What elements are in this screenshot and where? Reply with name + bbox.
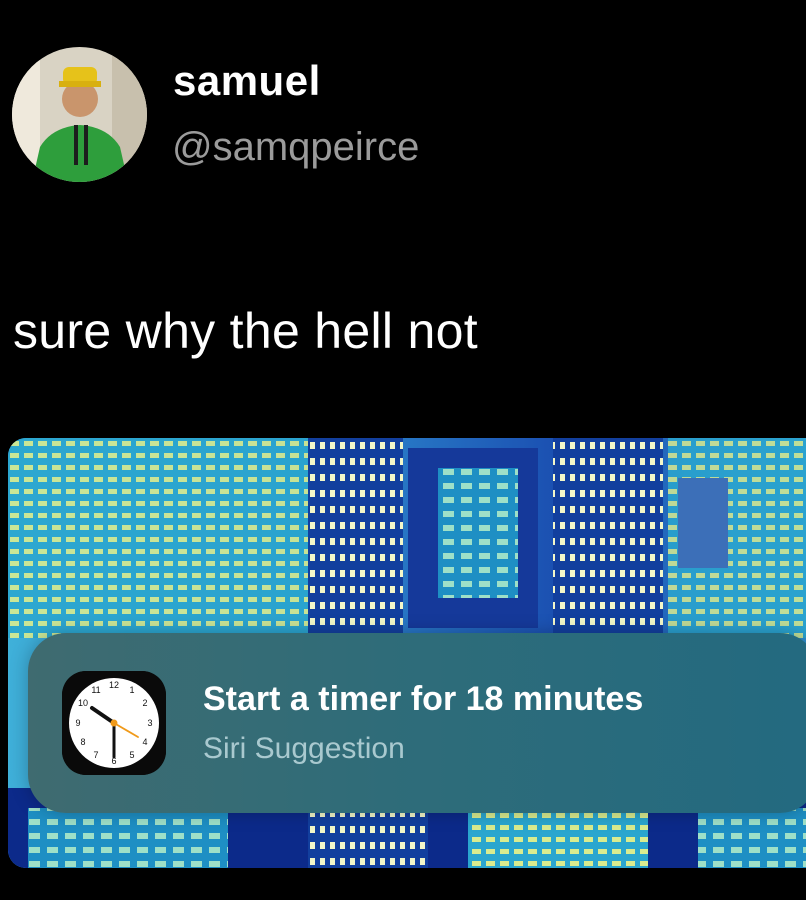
tweet-text: sure why the hell not [13, 303, 478, 359]
display-name[interactable]: samuel [173, 57, 321, 105]
suggestion-title: Start a timer for 18 minutes [203, 680, 644, 718]
user-handle[interactable]: @samqpeirce [172, 125, 419, 170]
tweet-header: samuel @samqpeirce [12, 47, 792, 187]
clock-number: 11 [91, 685, 100, 695]
clock-number: 2 [142, 698, 147, 708]
clock-number: 9 [75, 718, 80, 728]
clock-number: 7 [93, 750, 98, 760]
siri-suggestion-card[interactable]: 12 1 2 3 4 5 6 7 8 9 10 11 Start a timer… [28, 633, 806, 813]
suggestion-subtitle: Siri Suggestion [203, 732, 405, 765]
avatar[interactable] [12, 47, 147, 182]
clock-icon: 12 1 2 3 4 5 6 7 8 9 10 11 [62, 671, 166, 775]
profile-photo-icon [12, 47, 147, 182]
clock-number: 4 [142, 737, 147, 747]
clock-app-icon: 12 1 2 3 4 5 6 7 8 9 10 11 [62, 671, 166, 775]
clock-number: 1 [129, 685, 134, 695]
clock-number: 8 [80, 737, 85, 747]
clock-number: 3 [147, 718, 152, 728]
clock-number: 10 [78, 698, 88, 708]
clock-number: 5 [129, 750, 134, 760]
clock-number: 12 [109, 680, 119, 690]
